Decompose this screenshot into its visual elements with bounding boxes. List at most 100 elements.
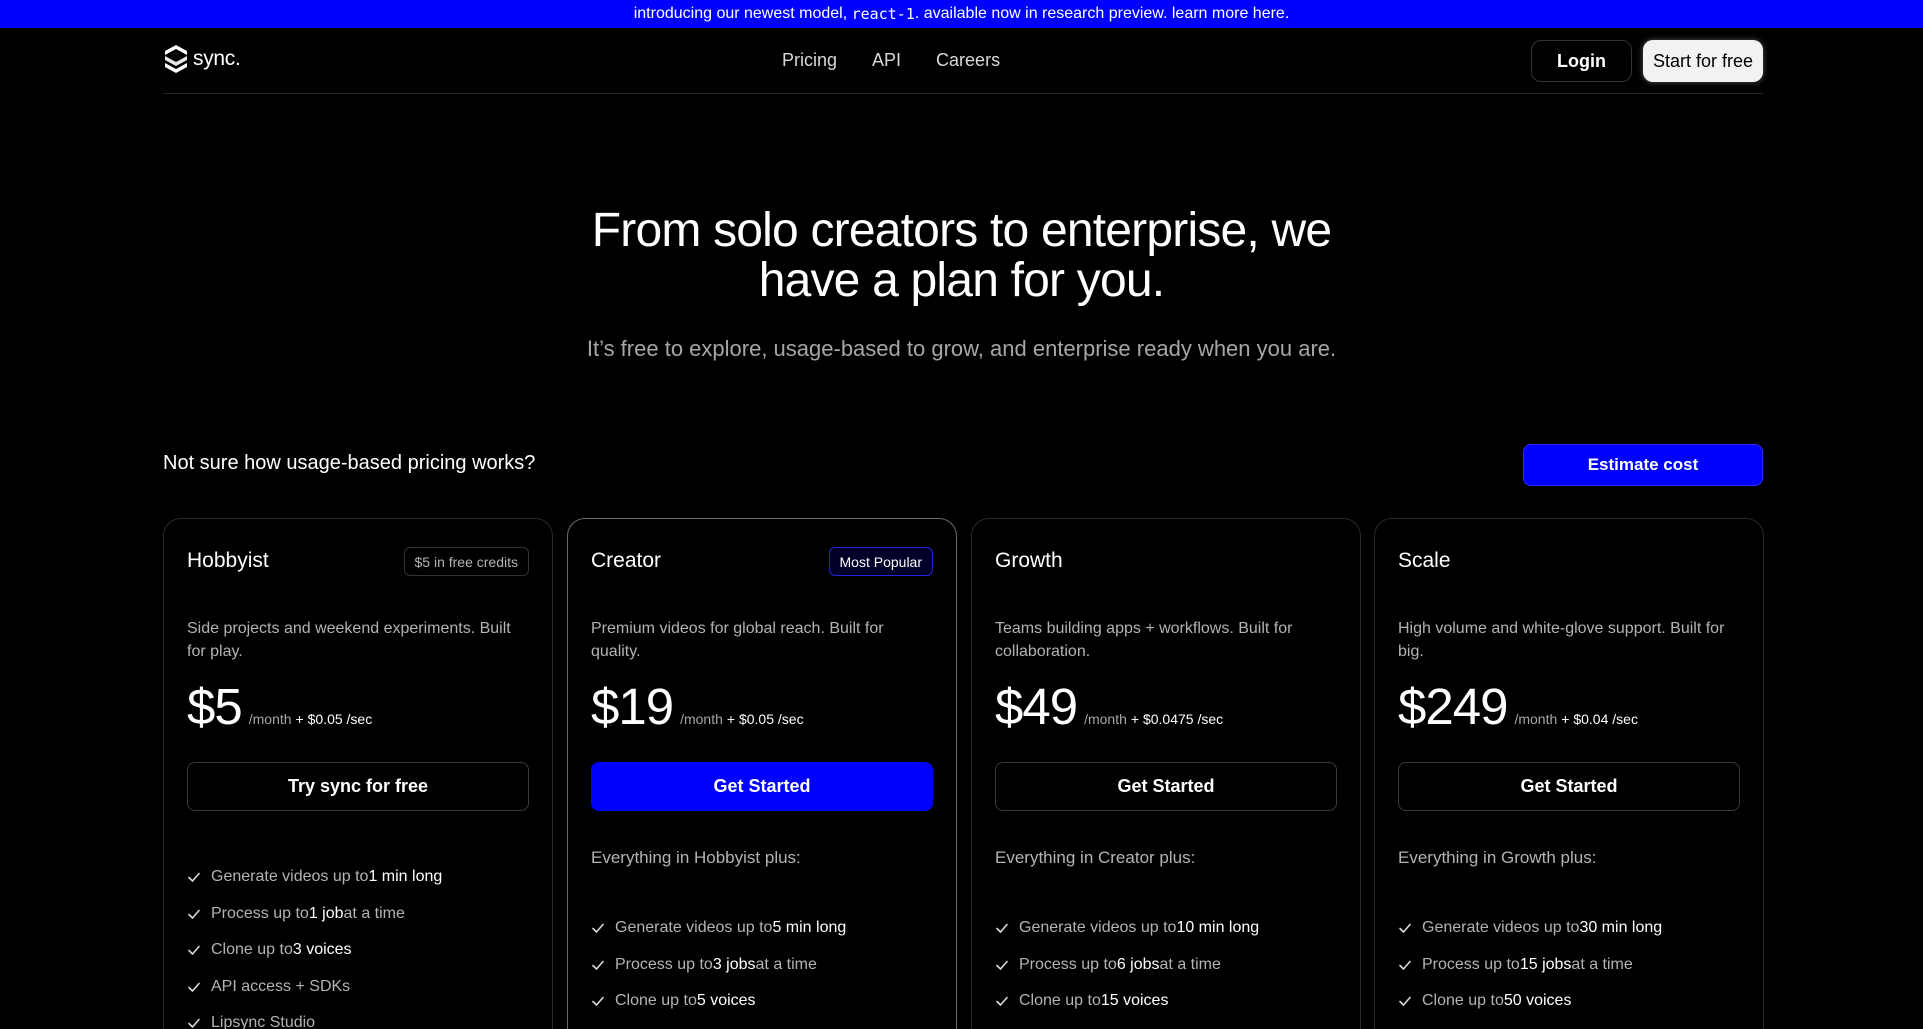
get-started-button[interactable]: Get Started: [995, 762, 1337, 811]
start-for-free-button[interactable]: Start for free: [1643, 40, 1763, 82]
feature-text-pre: Process up to: [1422, 955, 1520, 973]
plan-price: $5 /month + $0.05 /sec: [187, 677, 372, 736]
check-icon: [188, 909, 200, 919]
check-icon: [996, 996, 1008, 1007]
plan-name: Growth: [995, 549, 1063, 572]
feature-item: Generate videos up to 10 min long: [995, 910, 1300, 947]
price-period: /month: [1514, 711, 1558, 727]
feature-item: Clone up to 5 voices: [591, 983, 846, 1020]
most-popular-badge: Most Popular: [828, 547, 933, 576]
free-credits-badge: $5 in free credits: [403, 547, 529, 576]
plan-card-scale: Scale High volume and white-glove suppor…: [1374, 518, 1764, 1029]
plan-card-hobbyist: Hobbyist $5 in free credits Side project…: [163, 518, 553, 1029]
price-period: /month: [248, 711, 292, 727]
feature-text-highlight: 3 voices: [292, 941, 352, 959]
plan-name: Hobbyist: [187, 549, 269, 572]
feature-text-pre: Process up to: [211, 904, 309, 922]
feature-text-highlight: 10 min long: [1176, 919, 1260, 937]
feature-text-highlight: 30 min long: [1579, 919, 1663, 937]
usage-pricing-question: Not sure how usage-based pricing works?: [163, 452, 536, 474]
check-icon: [592, 996, 604, 1007]
feature-text-highlight: 15 voices: [1100, 992, 1169, 1010]
logo[interactable]: sync.: [163, 43, 241, 75]
price-usage-rate: + $0.05 /sec: [295, 711, 373, 727]
plan-description: High volume and white-glove support. Bui…: [1398, 620, 1725, 660]
get-started-button[interactable]: Get Started: [1398, 762, 1740, 811]
feature-text-pre: Process up to: [615, 955, 713, 973]
feature-text-highlight: 1 min long: [368, 868, 443, 886]
banner-suffix: . available now in research preview. lea…: [914, 5, 1290, 22]
feature-text-pre: Generate videos up to: [1019, 919, 1177, 937]
feature-text-pre: Clone up to: [1422, 992, 1504, 1010]
feature-text-pre: Clone up to: [615, 992, 697, 1010]
plan-price: $19 /month + $0.05 /sec: [591, 677, 804, 736]
check-icon: [1399, 923, 1411, 934]
plan-name: Scale: [1398, 549, 1451, 572]
check-icon: [996, 960, 1008, 970]
sync-logo-icon: [163, 43, 189, 75]
nav-links: Pricing API Careers: [782, 50, 1035, 71]
feature-text-highlight: 6 jobs: [1116, 955, 1160, 973]
feature-text-highlight: 5 voices: [696, 992, 756, 1010]
plan-card-creator: Creator Most Popular Premium videos for …: [567, 518, 957, 1029]
try-sync-free-button[interactable]: Try sync for free: [187, 762, 529, 811]
hero-subtitle: It’s free to explore, usage-based to gro…: [586, 336, 1337, 361]
feature-text-post: at a time: [343, 904, 405, 922]
feature-item: Clone up to 15 voices: [995, 983, 1300, 1020]
feature-item: Generate videos up to 5 min long: [591, 910, 846, 947]
plan-description: Teams building apps + workflows. Built f…: [995, 620, 1293, 660]
check-icon: [188, 872, 200, 883]
plan-includes-label: Everything in Growth plus:: [1398, 848, 1597, 867]
logo-text: sync.: [193, 47, 241, 70]
feature-text-highlight: 5 min long: [772, 919, 847, 937]
price-period: /month: [680, 711, 723, 727]
check-icon: [188, 982, 200, 992]
feature-item: Process up to 1 job at a time: [187, 896, 442, 933]
plan-name: Creator: [591, 549, 662, 572]
nav-link-careers[interactable]: Careers: [936, 50, 1000, 71]
top-nav: sync. Pricing API Careers Login Start fo…: [163, 28, 1763, 94]
feature-text-highlight: 50 voices: [1503, 992, 1572, 1010]
price-usage-rate: + $0.05 /sec: [726, 711, 804, 727]
plan-description: Side projects and weekend experiments. B…: [187, 620, 511, 660]
get-started-button[interactable]: Get Started: [591, 762, 933, 811]
feature-item: Process up to 6 jobs at a time: [995, 947, 1300, 984]
nav-link-pricing[interactable]: Pricing: [782, 50, 837, 71]
feature-text-highlight: 15 jobs: [1519, 955, 1572, 973]
hero-title: From solo creators to enterprise, we hav…: [0, 206, 1923, 306]
plan-price: $249 /month + $0.04 /sec: [1398, 677, 1638, 736]
announcement-banner[interactable]: introducing our newest model, react-1. a…: [0, 0, 1923, 28]
feature-item: 20% discount on usage across all models: [1398, 1020, 1712, 1029]
feature-item: API access + SDKs: [187, 969, 442, 1006]
price-usage-rate: + $0.04 /sec: [1561, 711, 1638, 727]
banner-prefix: introducing our newest model,: [633, 5, 852, 22]
feature-text-pre: API access + SDKs: [211, 977, 351, 995]
check-icon: [592, 923, 604, 934]
plan-description: Premium videos for global reach. Built f…: [591, 620, 884, 660]
feature-list: Generate videos up to 10 min long Process…: [995, 910, 1300, 1029]
plan-card-growth: Growth Teams building apps + workflows. …: [971, 518, 1361, 1029]
login-button[interactable]: Login: [1531, 40, 1632, 82]
feature-text-pre: Process up to: [1019, 955, 1117, 973]
feature-list: Generate videos up to 30 min long Process…: [1398, 910, 1712, 1029]
feature-text-pre: Generate videos up to: [615, 919, 773, 937]
feature-text-pre: Generate videos up to: [211, 868, 369, 886]
feature-text-pre: Lipsync Studio: [211, 1014, 316, 1029]
feature-item: Generate videos up to 1 min long: [187, 859, 442, 896]
check-icon: [188, 945, 200, 956]
price-period: /month: [1084, 711, 1127, 727]
feature-item: Clone up to 3 voices: [187, 932, 442, 969]
plan-includes-label: Everything in Creator plus:: [995, 848, 1196, 867]
check-icon: [1399, 960, 1411, 970]
feature-list: Generate videos up to 5 min long Process …: [591, 910, 846, 1029]
feature-item: Process up to 3 jobs at a time: [591, 947, 846, 984]
price-amount: $49: [995, 678, 1078, 735]
plan-includes-label: Everything in Hobbyist plus:: [591, 848, 801, 867]
nav-link-api[interactable]: API: [872, 50, 901, 71]
feature-item: 5% discount on usage across all models: [995, 1020, 1300, 1029]
estimate-cost-button[interactable]: Estimate cost: [1523, 444, 1763, 486]
feature-item: Generate videos up to 30 min long: [1398, 910, 1712, 947]
feature-item: Process up to 15 jobs at a time: [1398, 947, 1712, 984]
price-amount: $19: [591, 678, 674, 735]
price-amount: $249: [1398, 678, 1508, 735]
